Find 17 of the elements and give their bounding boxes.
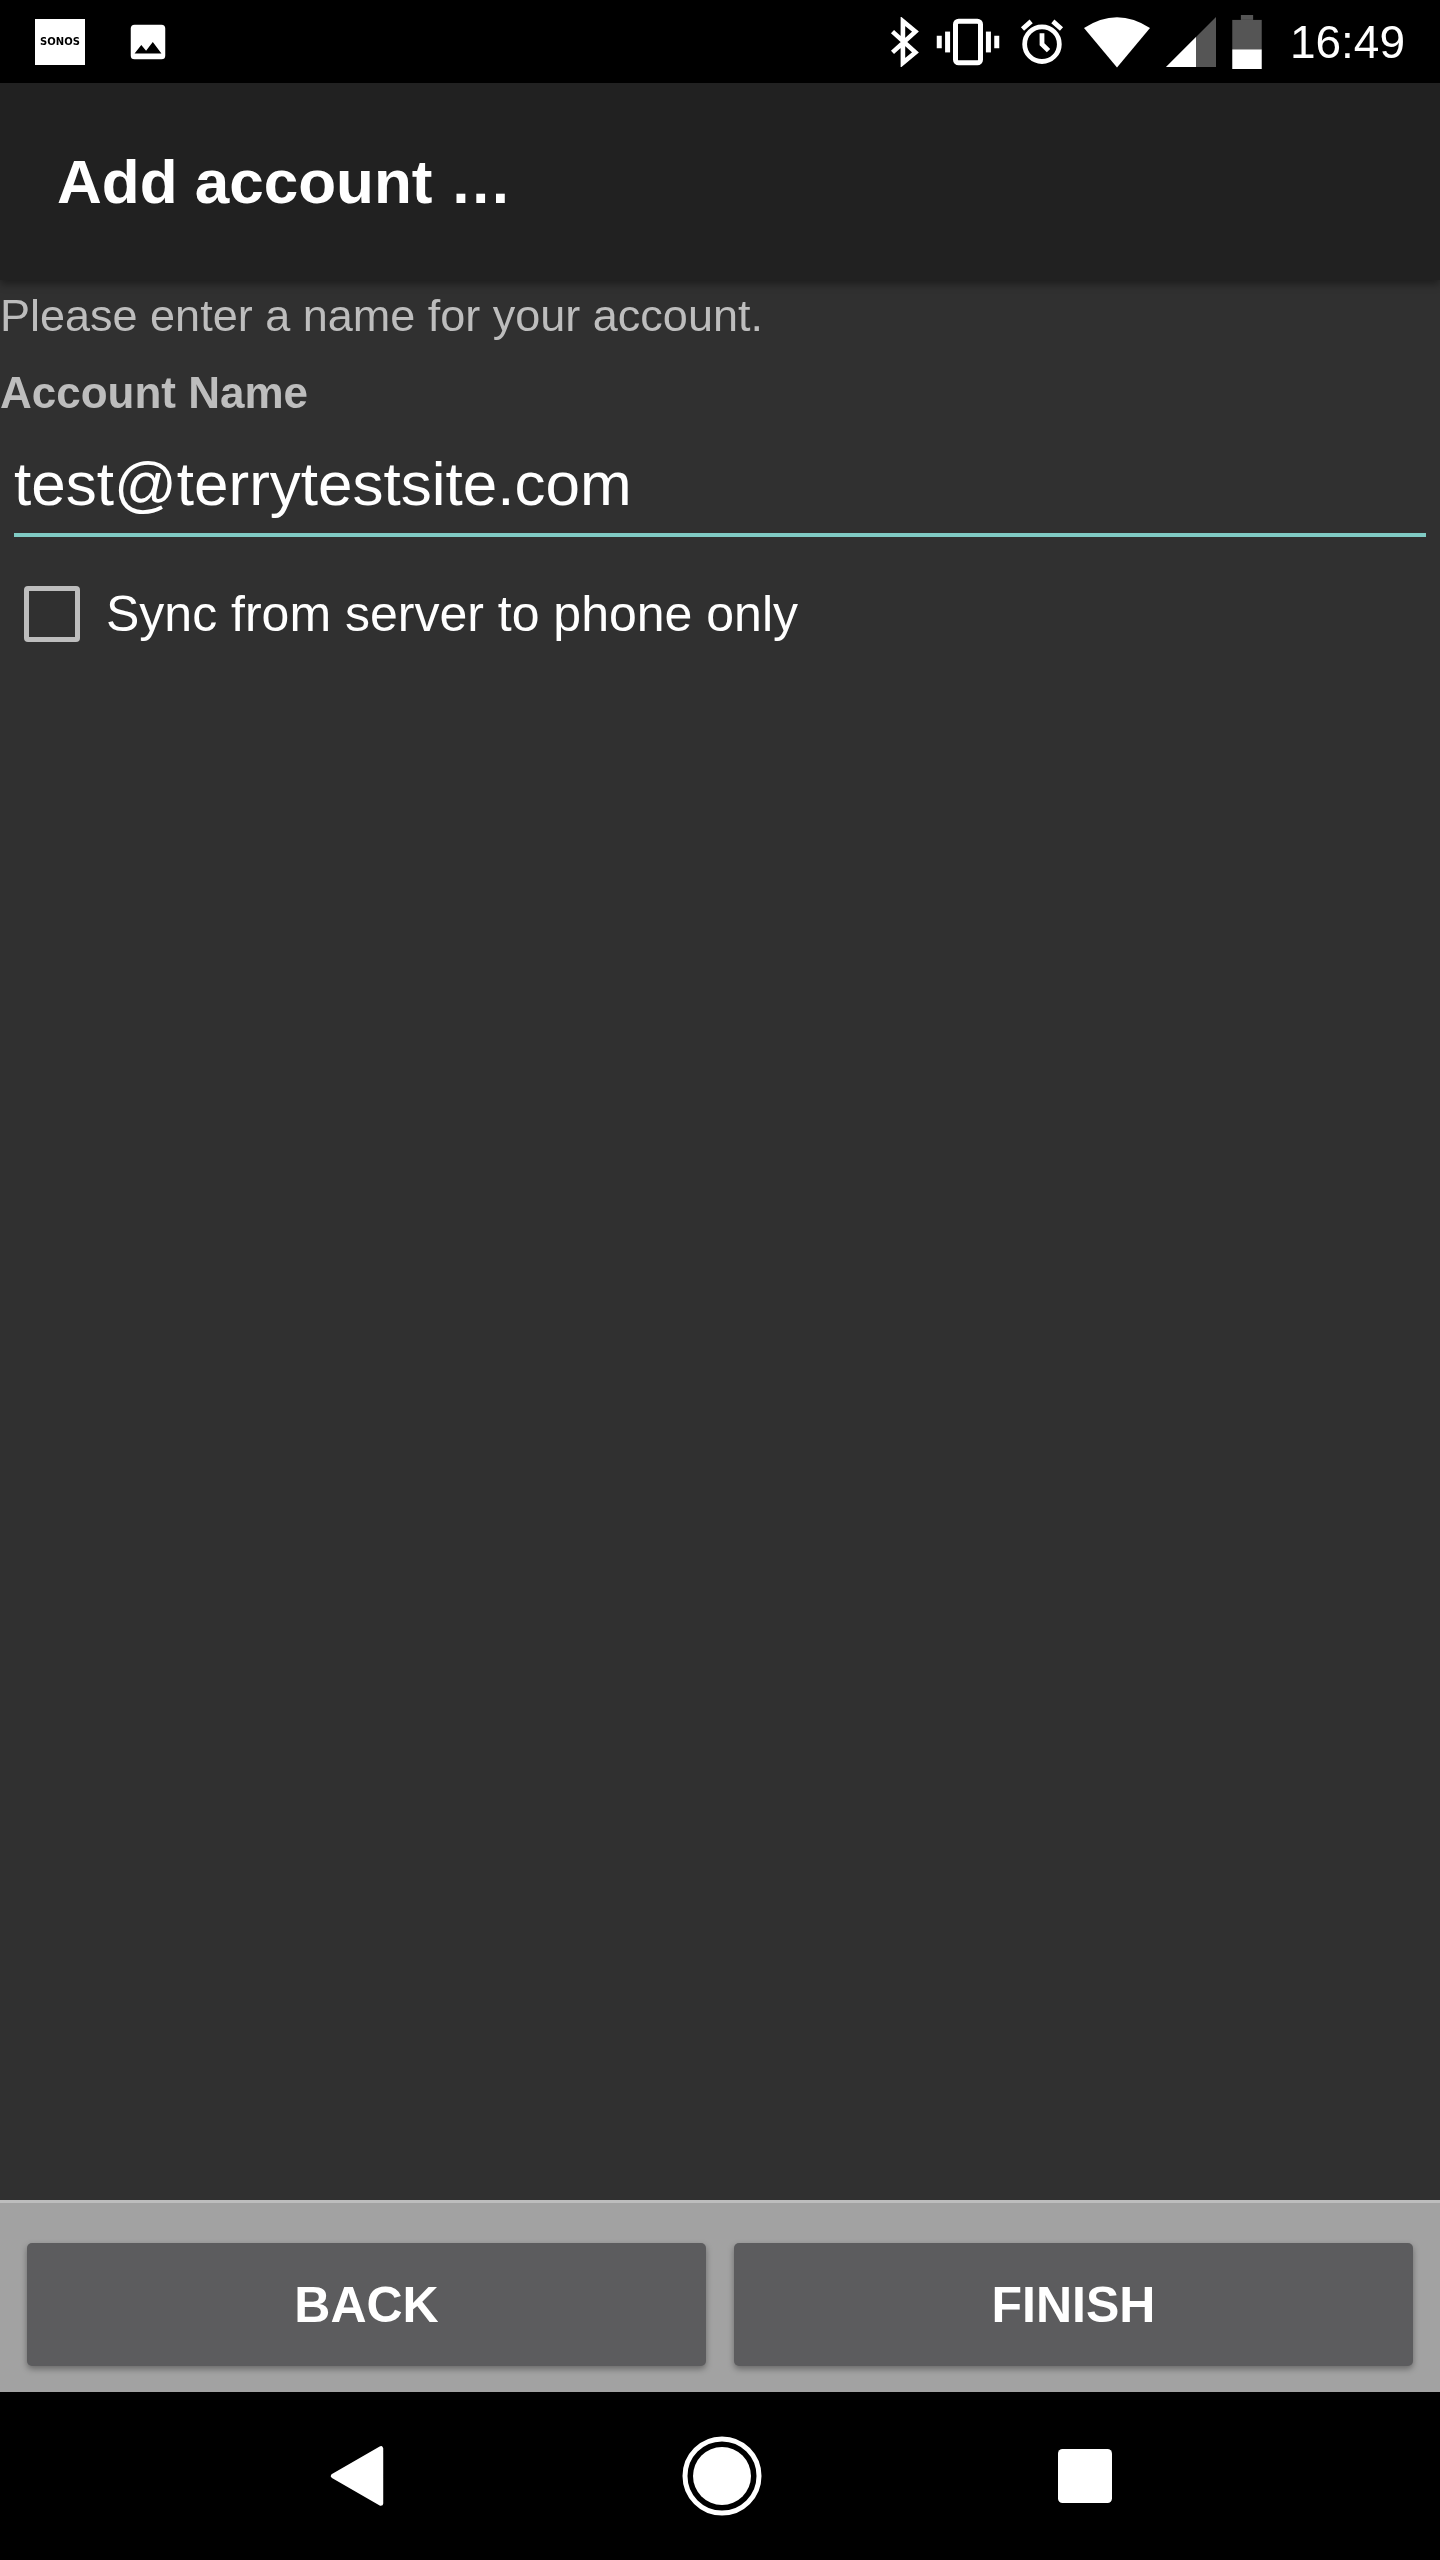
- clock-time: 16:49: [1289, 14, 1405, 69]
- vibrate-icon: [935, 16, 1000, 67]
- bluetooth-icon: [889, 16, 920, 67]
- battery-icon: [1231, 14, 1262, 69]
- app-logo: SONOS: [35, 18, 85, 65]
- back-icon[interactable]: [328, 2445, 386, 2507]
- instruction-text: Please enter a name for your account.: [0, 290, 763, 342]
- checkbox[interactable]: [24, 586, 80, 642]
- field-label: Account Name: [0, 368, 309, 418]
- signal-icon: [1165, 16, 1216, 67]
- home-icon[interactable]: [682, 2436, 762, 2516]
- finish-button[interactable]: FINISH: [734, 2243, 1413, 2366]
- wifi-icon: [1083, 15, 1150, 68]
- screen-title: Add account …: [57, 146, 512, 217]
- account-name-field[interactable]: test@terrytestsite.com: [14, 448, 1426, 537]
- checkbox-label[interactable]: Sync from server to phone only: [106, 585, 798, 643]
- back-button[interactable]: BACK: [27, 2243, 706, 2366]
